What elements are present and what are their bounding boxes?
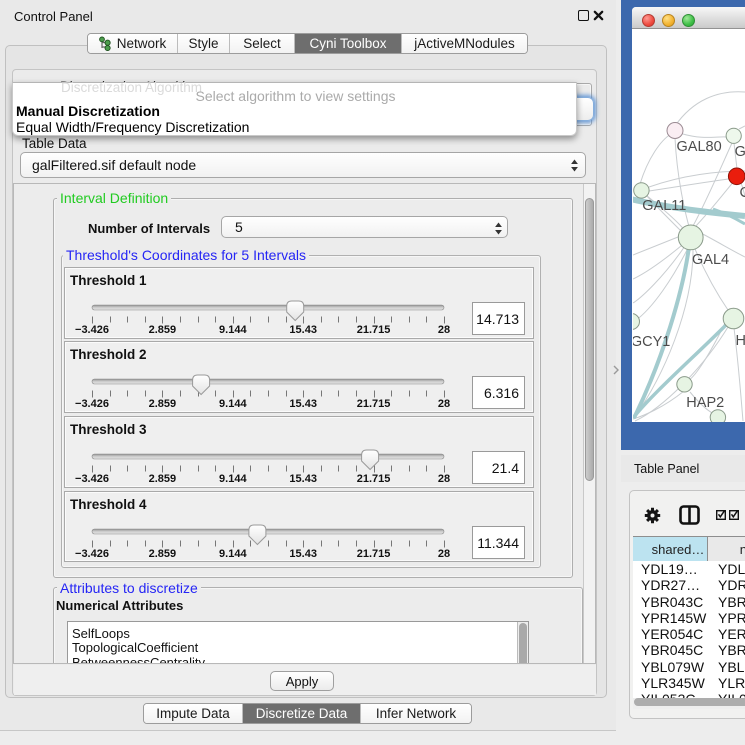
svg-text:28: 28: [438, 398, 450, 410]
svg-text:15.43: 15.43: [289, 548, 317, 560]
svg-text:28: 28: [438, 548, 450, 560]
svg-text:9.144: 9.144: [219, 324, 247, 336]
svg-text:21.715: 21.715: [357, 398, 391, 410]
svg-text:15.43: 15.43: [289, 324, 317, 336]
svg-text:GAL11: GAL11: [642, 198, 686, 214]
svg-text:15.43: 15.43: [289, 473, 317, 485]
svg-text:GAL80: GAL80: [677, 139, 722, 155]
svg-text:−3.426: −3.426: [75, 324, 109, 336]
svg-text:−3.426: −3.426: [75, 548, 109, 560]
svg-text:9.144: 9.144: [219, 548, 247, 560]
svg-text:28: 28: [438, 324, 450, 336]
svg-text:GAL4: GAL4: [692, 252, 729, 268]
svg-text:9.144: 9.144: [219, 473, 247, 485]
svg-text:21.715: 21.715: [357, 324, 391, 336]
svg-text:21.715: 21.715: [357, 548, 391, 560]
svg-text:9.144: 9.144: [219, 398, 247, 410]
svg-text:28: 28: [438, 473, 450, 485]
svg-text:21.715: 21.715: [357, 473, 391, 485]
svg-text:−3.426: −3.426: [75, 398, 109, 410]
svg-text:GA: GA: [735, 144, 745, 160]
svg-text:GCY1: GCY1: [633, 334, 670, 350]
svg-text:CY: CY: [740, 185, 745, 201]
svg-text:−3.426: −3.426: [75, 473, 109, 485]
svg-text:2.859: 2.859: [149, 324, 177, 336]
svg-text:2.859: 2.859: [149, 398, 177, 410]
svg-text:HA: HA: [736, 333, 745, 349]
svg-text:15.43: 15.43: [289, 398, 317, 410]
svg-text:2.859: 2.859: [149, 473, 177, 485]
svg-text:2.859: 2.859: [149, 548, 177, 560]
svg-text:HAP2: HAP2: [686, 395, 724, 411]
